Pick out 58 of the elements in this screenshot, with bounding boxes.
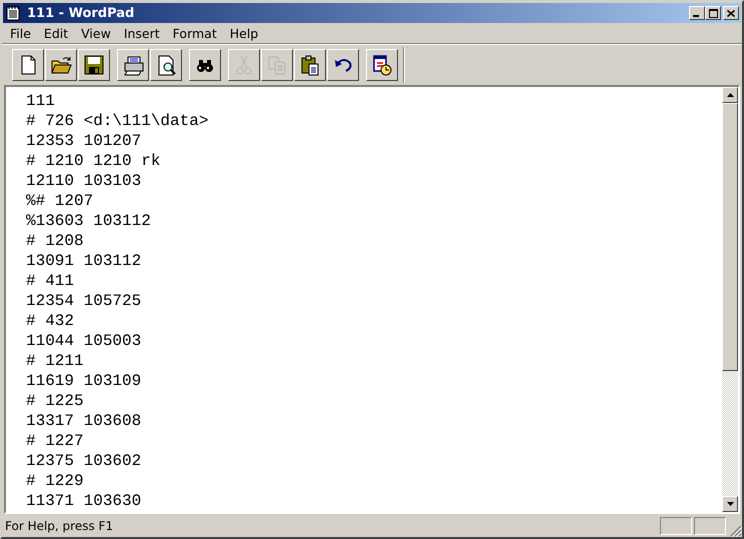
text-line: # 432 <box>26 311 76 331</box>
toolbar-button[interactable] <box>294 49 326 81</box>
minimize-button[interactable] <box>689 6 705 20</box>
text-line: 13317 103608 <box>26 411 142 431</box>
toolbar-button[interactable] <box>150 49 182 81</box>
toolbar-button[interactable] <box>117 49 149 81</box>
text-line: # 1227 <box>26 431 85 451</box>
status-pane <box>660 517 692 535</box>
toolbar-button[interactable] <box>189 49 221 81</box>
menu-item[interactable]: View <box>75 26 118 41</box>
text-line: 11371 103630 <box>26 491 142 511</box>
notepad-icon <box>5 5 21 21</box>
up-arrow-icon <box>726 93 734 97</box>
menu-item[interactable]: File <box>4 26 38 41</box>
scroll-down-button[interactable] <box>722 496 738 512</box>
text-line: %# 1207 <box>26 191 94 211</box>
text-line: 12110 103103 <box>26 171 142 191</box>
maximize-button[interactable] <box>705 6 721 20</box>
maximize-icon <box>708 8 718 18</box>
text-line: 13091 103112 <box>26 251 142 271</box>
close-button[interactable] <box>723 6 739 20</box>
text-line: # 1211 <box>26 351 85 371</box>
down-arrow-icon <box>726 502 734 506</box>
text-line: # 1225 <box>26 391 85 411</box>
toolbar-button[interactable] <box>12 49 44 81</box>
menu-item[interactable]: Insert <box>118 26 167 41</box>
status-text: For Help, press F1 <box>5 519 114 533</box>
scroll-up-button[interactable] <box>722 87 738 103</box>
toolbar-button[interactable] <box>327 49 359 81</box>
text-line: 11044 105003 <box>26 331 142 351</box>
text-line: 12353 101207 <box>26 131 142 151</box>
printer-icon <box>122 54 144 76</box>
text-line: # 1210 1210 rk <box>26 151 162 171</box>
status-pane <box>694 517 726 535</box>
text-line: # 1208 <box>26 231 85 251</box>
folder-icon <box>50 54 72 76</box>
text-line: # 1229 <box>26 471 85 491</box>
resize-grip-icon[interactable] <box>730 525 742 537</box>
scroll-thumb[interactable] <box>722 103 738 371</box>
text-line: 11619 103109 <box>26 371 142 391</box>
copy-icon <box>266 54 288 76</box>
text-line: # 411 <box>26 271 76 291</box>
calendar-clock-icon <box>371 54 393 76</box>
toolbar-button[interactable] <box>45 49 77 81</box>
close-icon <box>727 10 735 16</box>
vertical-scrollbar[interactable] <box>722 87 738 512</box>
menu-item[interactable]: Edit <box>38 26 76 41</box>
text-line: 12375 103602 <box>26 451 142 471</box>
toolbar-button[interactable] <box>366 49 398 81</box>
text-line: 111 <box>26 91 56 111</box>
menu-item[interactable]: Help <box>224 26 266 41</box>
toolbar-button[interactable] <box>78 49 110 81</box>
clipboard-icon <box>299 54 321 76</box>
text-line: %13603 103112 <box>26 211 152 231</box>
text-line: # 726 <d:\111\data> <box>26 111 210 131</box>
text-line: 12354 105725 <box>26 291 142 311</box>
window-title: 111 - WordPad <box>27 6 136 20</box>
menu-item[interactable]: Format <box>166 26 224 41</box>
